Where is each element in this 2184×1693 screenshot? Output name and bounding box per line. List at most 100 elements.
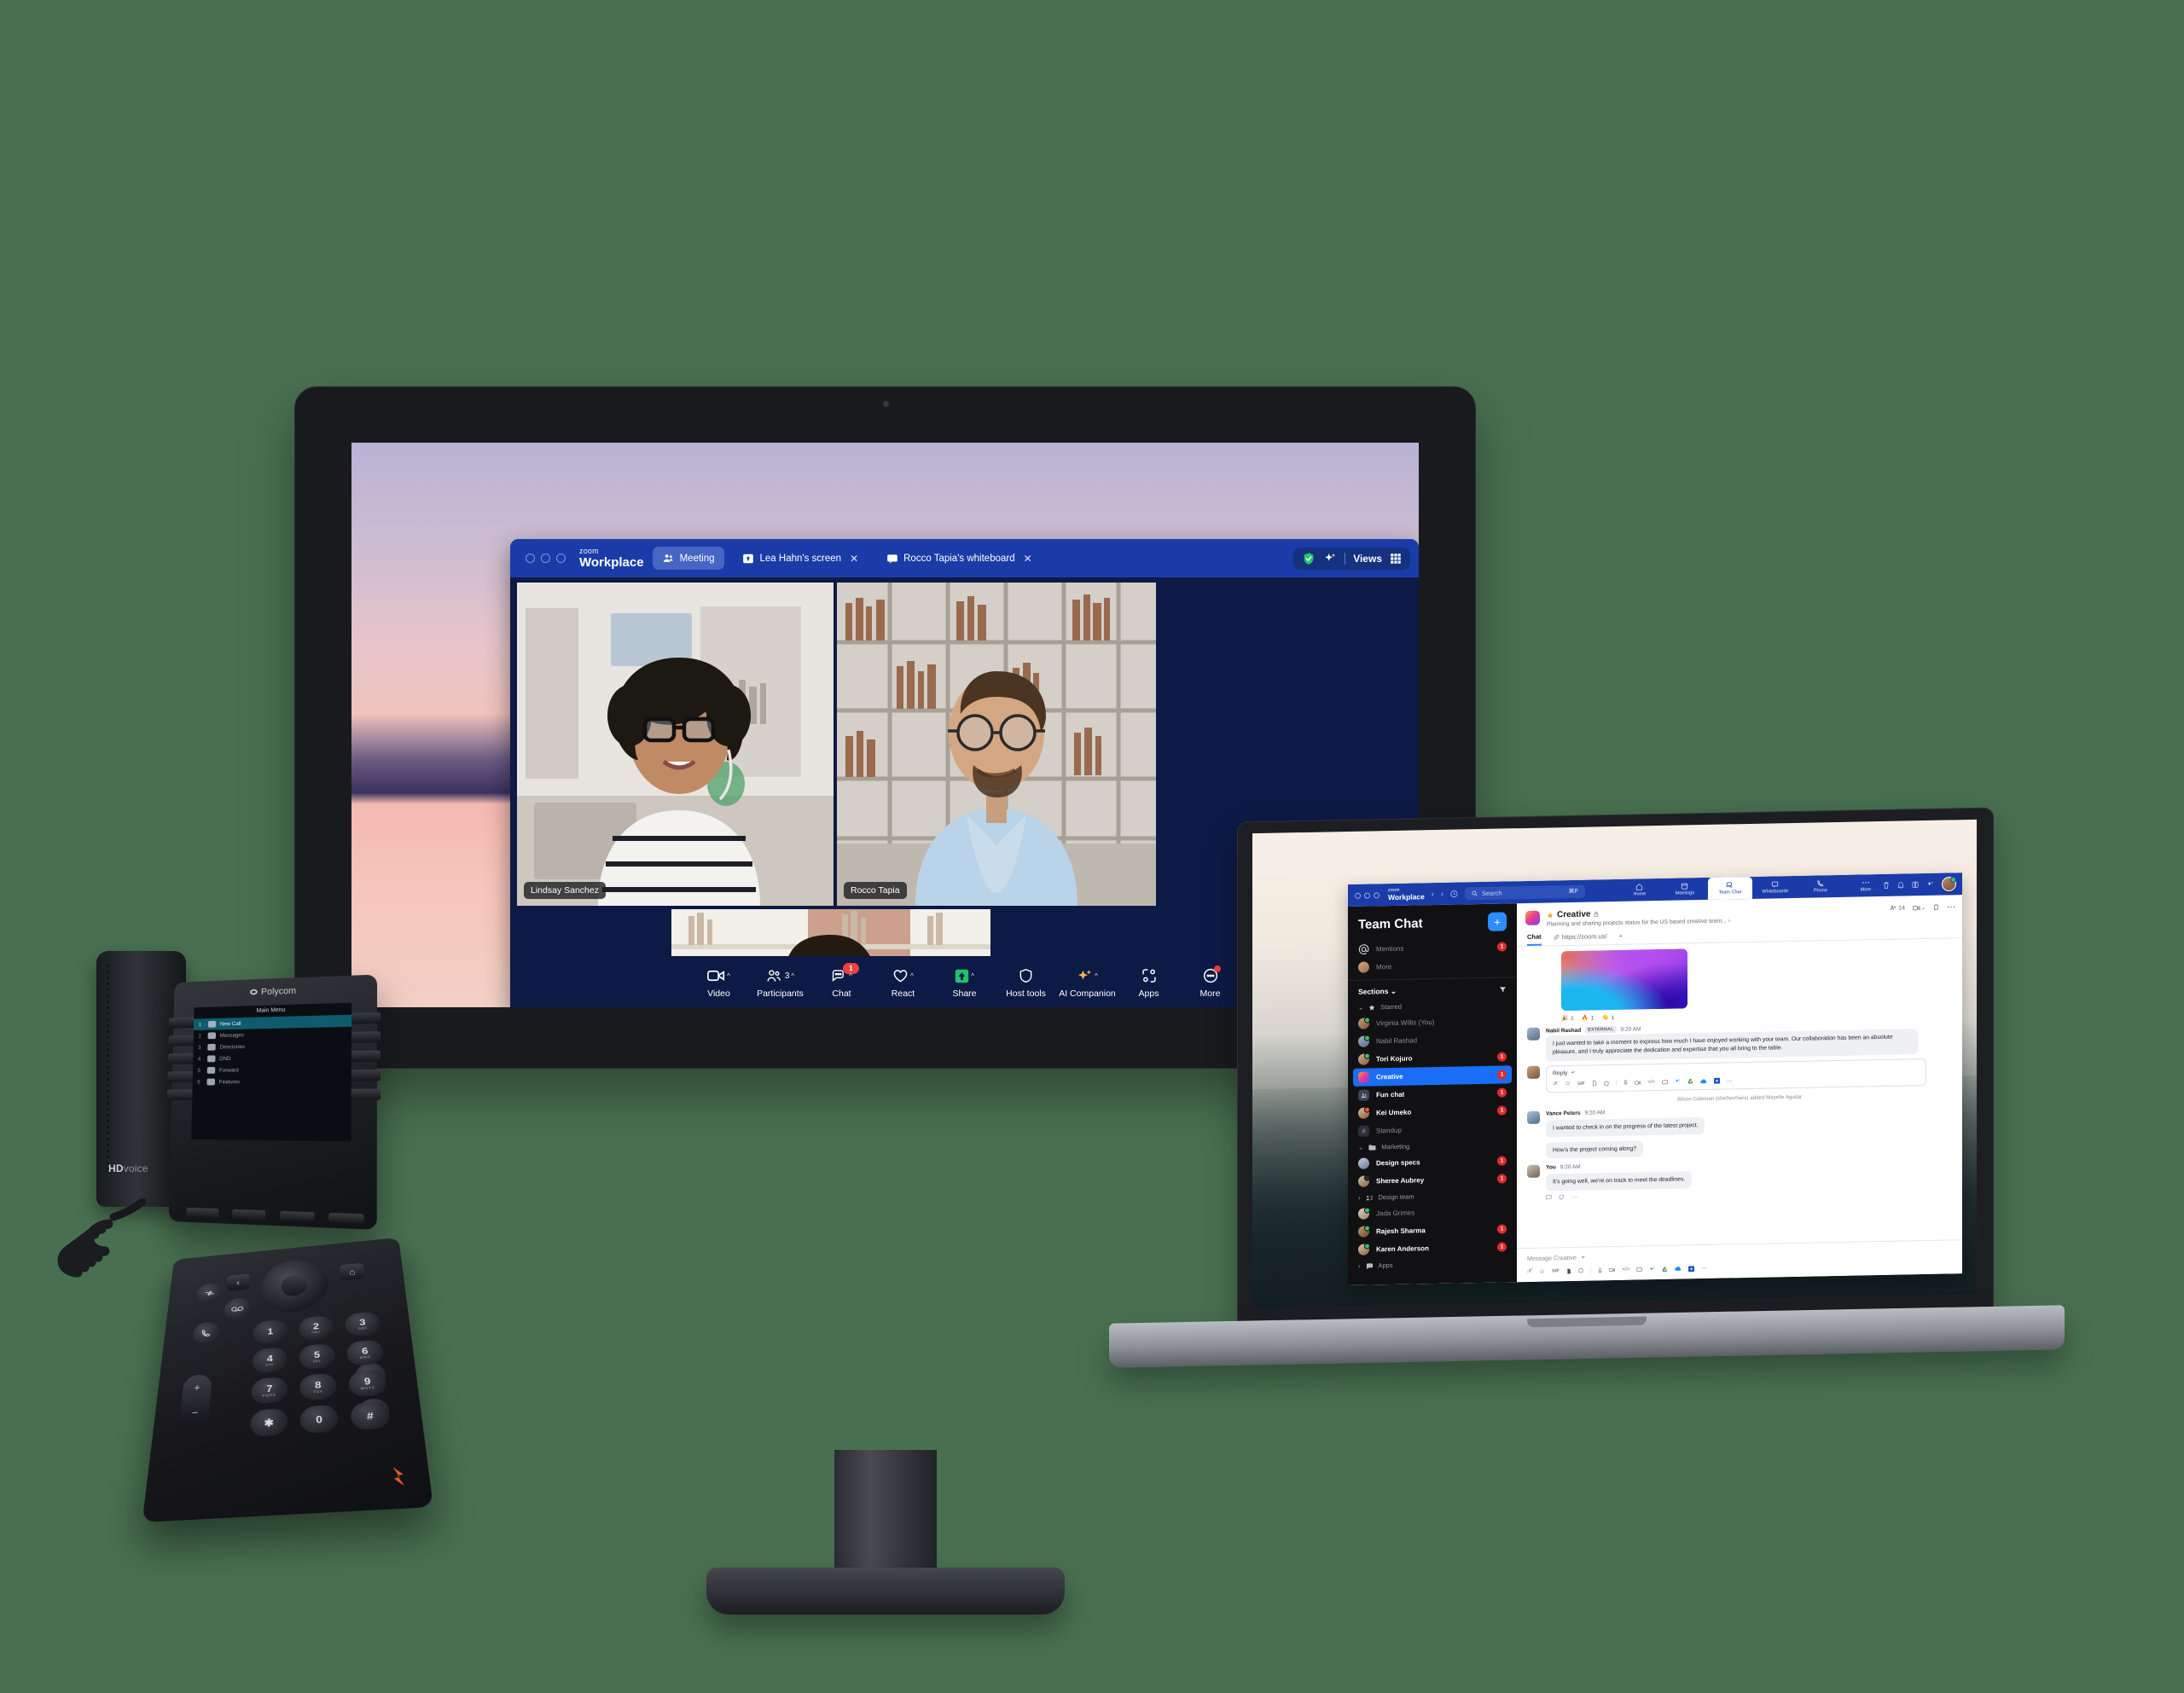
phone-keypad[interactable]: 1 2 ABC 3 DEF 4 GHI 5 JKL 6 MNO 7 PQRS 8 TUV 9W… xyxy=(249,1311,397,1438)
members-button[interactable]: 14 xyxy=(1890,904,1905,911)
format-icon[interactable]: 𝒳 xyxy=(1553,1081,1558,1087)
chevron-right-icon[interactable]: › xyxy=(1358,1262,1361,1270)
window-controls[interactable] xyxy=(526,554,566,563)
tab-home[interactable]: Home xyxy=(1618,878,1662,902)
window-controls[interactable] xyxy=(1355,891,1380,899)
chevron-up-icon[interactable]: ^ xyxy=(849,972,852,980)
phone-soft-keys[interactable] xyxy=(186,1207,364,1224)
more-dots-icon[interactable]: ⋯ xyxy=(1701,1265,1707,1272)
zoom-apps-icon[interactable] xyxy=(1675,1079,1681,1085)
chevron-down-icon[interactable]: ⌄ xyxy=(1358,1004,1363,1012)
chevron-down-icon[interactable]: ⌄ xyxy=(1358,1144,1363,1151)
video-clip-icon[interactable] xyxy=(1635,1080,1641,1085)
volume-up-button[interactable]: + xyxy=(194,1382,200,1393)
minimize-window-dot[interactable] xyxy=(541,554,550,563)
tab-whiteboard[interactable]: Rocco Tapia's whiteboard ✕ xyxy=(876,547,1042,570)
reply-box[interactable]: Reply 𝒳 ☺ GIF | </> ⋯ xyxy=(1546,1058,1926,1093)
cloud-icon[interactable] xyxy=(1675,1266,1682,1271)
toolbar-host-tools-button[interactable]: Host tools xyxy=(996,967,1057,999)
toolbar-react-button[interactable]: ^ React xyxy=(873,967,934,999)
key-8[interactable]: 8 TUV xyxy=(299,1372,338,1401)
views-button[interactable]: Views xyxy=(1353,553,1382,565)
tab-phone[interactable]: Phone xyxy=(1798,875,1843,898)
hold-button[interactable] xyxy=(191,1320,221,1346)
phone-menu-item-features[interactable]: 6 Features xyxy=(193,1075,351,1087)
filter-icon[interactable] xyxy=(1499,985,1507,993)
channel-tab-add[interactable]: + xyxy=(1619,932,1623,943)
key-hash[interactable]: # xyxy=(350,1400,392,1431)
audio-icon[interactable] xyxy=(1623,1080,1628,1086)
key-4[interactable]: 4 GHI xyxy=(252,1347,288,1374)
nav-forward-button[interactable]: › xyxy=(1441,890,1443,898)
more-dots-icon[interactable] xyxy=(1947,905,1955,908)
tab-screen-share[interactable]: Lea Hahn's screen ✕ xyxy=(733,547,868,570)
volume-down-button[interactable]: − xyxy=(191,1406,199,1418)
drive-icon[interactable] xyxy=(1662,1266,1668,1272)
channel-tab-link[interactable]: https://zoom.us/ xyxy=(1554,932,1607,944)
maximize-window-dot[interactable] xyxy=(1374,891,1380,898)
nav-back-button[interactable]: ‹ xyxy=(1432,890,1434,898)
close-icon[interactable]: ✕ xyxy=(850,553,858,565)
volume-control[interactable]: + − xyxy=(179,1373,212,1427)
chevron-right-icon[interactable]: › xyxy=(1358,1194,1361,1202)
toolbar-share-button[interactable]: ^ Share xyxy=(934,967,996,999)
gif-icon[interactable]: GIF xyxy=(1577,1081,1584,1086)
tab-meetings[interactable]: Meetings xyxy=(1663,878,1707,901)
key-2[interactable]: 2 ABC xyxy=(299,1314,334,1341)
drive-icon[interactable] xyxy=(1687,1078,1693,1084)
tab-meeting[interactable]: Meeting xyxy=(652,547,724,570)
screenshot-icon[interactable] xyxy=(1604,1081,1609,1086)
trash-icon[interactable] xyxy=(1883,881,1890,889)
soft-key[interactable] xyxy=(279,1210,315,1222)
chevron-up-icon[interactable]: ^ xyxy=(971,972,974,980)
maximize-window-dot[interactable] xyxy=(556,554,566,563)
zoom-apps-icon[interactable] xyxy=(1649,1267,1655,1273)
ai-sparkle-icon[interactable] xyxy=(1926,880,1934,888)
soft-key[interactable] xyxy=(328,1212,364,1224)
soft-key[interactable] xyxy=(232,1209,266,1220)
tab-more[interactable]: More xyxy=(1844,874,1888,897)
grid-layout-icon[interactable] xyxy=(1390,553,1402,565)
ai-sparkle-icon[interactable] xyxy=(1571,1070,1576,1076)
user-avatar[interactable] xyxy=(1942,876,1956,892)
toolbar-video-button[interactable]: ^ Video xyxy=(688,967,750,999)
chevron-down-icon[interactable]: ⌄ xyxy=(1391,987,1397,995)
sidebar-item-karen-anderson[interactable]: Karen Anderson 1 xyxy=(1348,1238,1517,1259)
reaction-pill[interactable]: 🎉 1 xyxy=(1561,1015,1574,1022)
chevron-up-icon[interactable]: ^ xyxy=(791,972,794,980)
close-window-dot[interactable] xyxy=(526,554,535,563)
cloud-icon[interactable] xyxy=(1700,1079,1707,1084)
code-icon[interactable]: </> xyxy=(1647,1080,1655,1085)
code-icon[interactable]: </> xyxy=(1622,1267,1629,1273)
key-6[interactable]: 6 MNO xyxy=(346,1339,385,1366)
transfer-button[interactable] xyxy=(195,1282,224,1305)
video-tile-lindsay[interactable]: Lindsay Sanchez xyxy=(517,583,834,906)
key-9[interactable]: 9 WXYZ xyxy=(347,1369,388,1398)
key-3[interactable]: 3 DEF xyxy=(344,1311,382,1337)
voicemail-button[interactable] xyxy=(224,1296,252,1321)
settings-icon[interactable] xyxy=(1714,1077,1721,1084)
minimize-window-dot[interactable] xyxy=(1364,892,1370,899)
star-icon[interactable] xyxy=(1547,912,1554,919)
ai-companion-sparkle-icon[interactable] xyxy=(1323,552,1337,565)
tab-whiteboards[interactable]: Whiteboards xyxy=(1753,876,1798,899)
file-icon[interactable] xyxy=(1592,1080,1597,1087)
settings-icon[interactable] xyxy=(1688,1265,1695,1272)
sidebar-item-sheree-aubrey[interactable]: Sheree Aubrey 1 xyxy=(1348,1169,1517,1191)
key-star[interactable]: ✱ xyxy=(249,1407,288,1438)
key-7[interactable]: 7 PQRS xyxy=(251,1376,288,1405)
sidebar-item-standup[interactable]: # Standup xyxy=(1348,1119,1517,1140)
channel-tab-chat[interactable]: Chat xyxy=(1527,932,1542,946)
reply-icon[interactable] xyxy=(1546,1195,1552,1202)
video-clip-icon[interactable] xyxy=(1609,1267,1616,1273)
more-dots-icon[interactable]: ⋯ xyxy=(1571,1194,1577,1201)
format-icon[interactable]: 𝒳 xyxy=(1527,1268,1532,1275)
screen-icon[interactable] xyxy=(1636,1267,1642,1272)
message-author[interactable]: Nabil Rashad xyxy=(1546,1027,1581,1034)
more-dots-icon[interactable]: ⋯ xyxy=(1727,1077,1733,1084)
home-button[interactable]: ⌂ xyxy=(340,1262,365,1281)
reaction-pill[interactable]: 🔥 1 xyxy=(1582,1014,1594,1022)
channel-description[interactable]: Planning and sharing projects status for… xyxy=(1547,918,1730,927)
emoji-icon[interactable]: ☺ xyxy=(1565,1081,1571,1087)
file-icon[interactable] xyxy=(1566,1267,1571,1273)
